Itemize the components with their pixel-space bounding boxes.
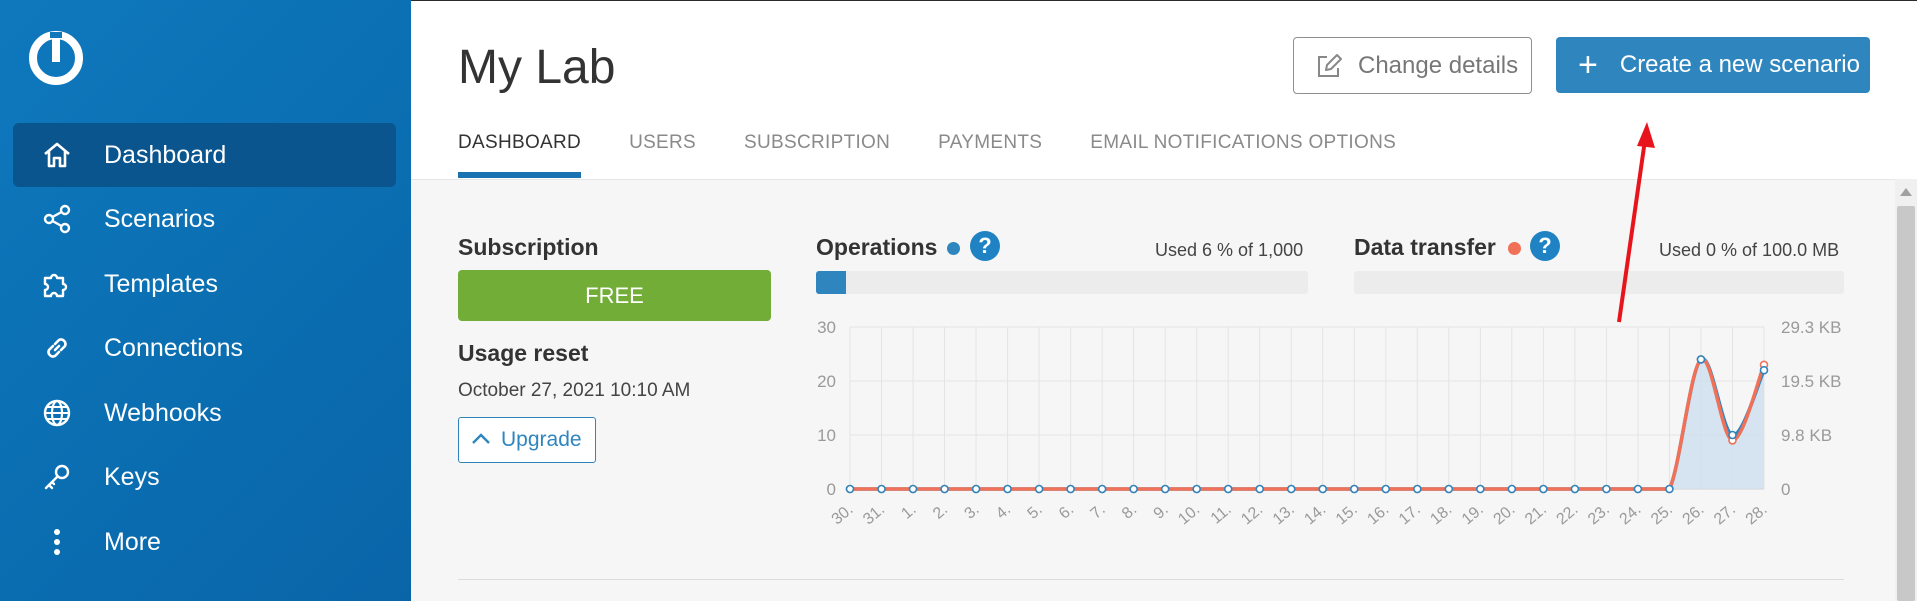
operations-point	[1381, 484, 1391, 494]
data-transfer-line	[850, 357, 1766, 491]
x-axis-tick: 25.	[1648, 501, 1676, 528]
x-axis-tick: 9.	[1151, 501, 1172, 523]
operations-point	[1602, 484, 1611, 494]
operations-point	[1349, 484, 1359, 494]
x-axis-tick: 31.	[860, 501, 888, 528]
operations-point	[1034, 484, 1044, 494]
x-axis-tick: 18.	[1427, 501, 1455, 528]
operations-point	[1066, 484, 1075, 494]
operations-point	[1413, 484, 1422, 494]
operations-point	[1539, 484, 1548, 494]
operations-point	[971, 484, 981, 494]
operations-point	[1003, 484, 1012, 494]
x-axis-tick: 24.	[1617, 501, 1645, 528]
operations-point	[1476, 484, 1485, 494]
x-axis-tick: 15.	[1333, 501, 1361, 528]
usage-chart: 0 0 10 9.8 KB 20 19.5 KB 30 29.3 KB 30. 31. 1. 2. 3.…	[817, 318, 1842, 528]
section-divider	[458, 579, 1844, 580]
y-axis-right-tick: 29.3 KB	[1781, 318, 1842, 337]
operations-point	[1728, 430, 1737, 440]
operations-point	[877, 484, 886, 494]
operations-point	[908, 484, 918, 494]
x-axis-tick: 21.	[1522, 501, 1550, 528]
y-axis-left-tick: 0	[827, 480, 836, 499]
operations-point	[845, 484, 855, 494]
x-axis-tick: 7.	[1088, 501, 1109, 523]
x-axis-tick: 1.	[898, 501, 919, 523]
operations-point	[940, 484, 949, 494]
y-axis-left-tick: 20	[817, 372, 836, 391]
x-axis-tick: 14.	[1301, 501, 1329, 528]
operations-point	[1759, 365, 1769, 375]
x-axis-tick: 19.	[1459, 501, 1487, 528]
x-axis-tick: 16.	[1364, 501, 1392, 528]
operations-point	[1507, 484, 1517, 494]
operations-point	[1665, 484, 1674, 494]
x-axis-tick: 4.	[993, 501, 1014, 523]
operations-point	[1633, 484, 1643, 494]
operations-point	[1318, 484, 1328, 494]
operations-point	[1223, 484, 1233, 494]
x-axis-tick: 13.	[1270, 501, 1298, 528]
y-axis-left-tick: 30	[817, 318, 836, 337]
x-axis-tick: 12.	[1238, 501, 1266, 528]
x-axis-tick: 11.	[1208, 501, 1235, 528]
y-axis-right-tick: 9.8 KB	[1781, 426, 1832, 445]
y-axis-right-tick: 19.5 KB	[1781, 372, 1842, 391]
operations-point	[1255, 484, 1265, 494]
x-axis-tick: 2.	[930, 501, 951, 523]
y-axis-right-tick: 0	[1781, 480, 1790, 499]
operations-point	[1286, 484, 1296, 494]
x-axis-tick: 17.	[1396, 501, 1424, 528]
x-axis-tick: 22.	[1553, 501, 1581, 528]
operations-point	[1192, 484, 1201, 494]
x-axis-tick: 10.	[1175, 501, 1203, 528]
y-axis-left-tick: 10	[817, 426, 836, 445]
operations-point	[1160, 484, 1170, 494]
x-axis-tick: 26.	[1680, 501, 1708, 528]
operations-point	[1129, 484, 1138, 494]
operations-area	[850, 358, 1764, 489]
operations-point	[1444, 484, 1454, 494]
x-axis-tick: 20.	[1490, 501, 1518, 528]
operations-point	[1570, 484, 1580, 494]
x-axis-tick: 30.	[829, 501, 857, 528]
x-axis-tick: 6.	[1056, 501, 1077, 523]
x-axis-tick: 8.	[1119, 501, 1140, 523]
x-axis-tick: 28.	[1743, 501, 1771, 528]
operations-point	[1097, 484, 1107, 494]
x-axis-tick: 5.	[1025, 501, 1046, 523]
x-axis-tick: 3.	[961, 501, 982, 523]
x-axis-tick: 27.	[1711, 501, 1739, 528]
operations-point	[1696, 355, 1706, 364]
operations-line	[850, 357, 1766, 491]
x-axis-tick: 23.	[1585, 501, 1613, 528]
